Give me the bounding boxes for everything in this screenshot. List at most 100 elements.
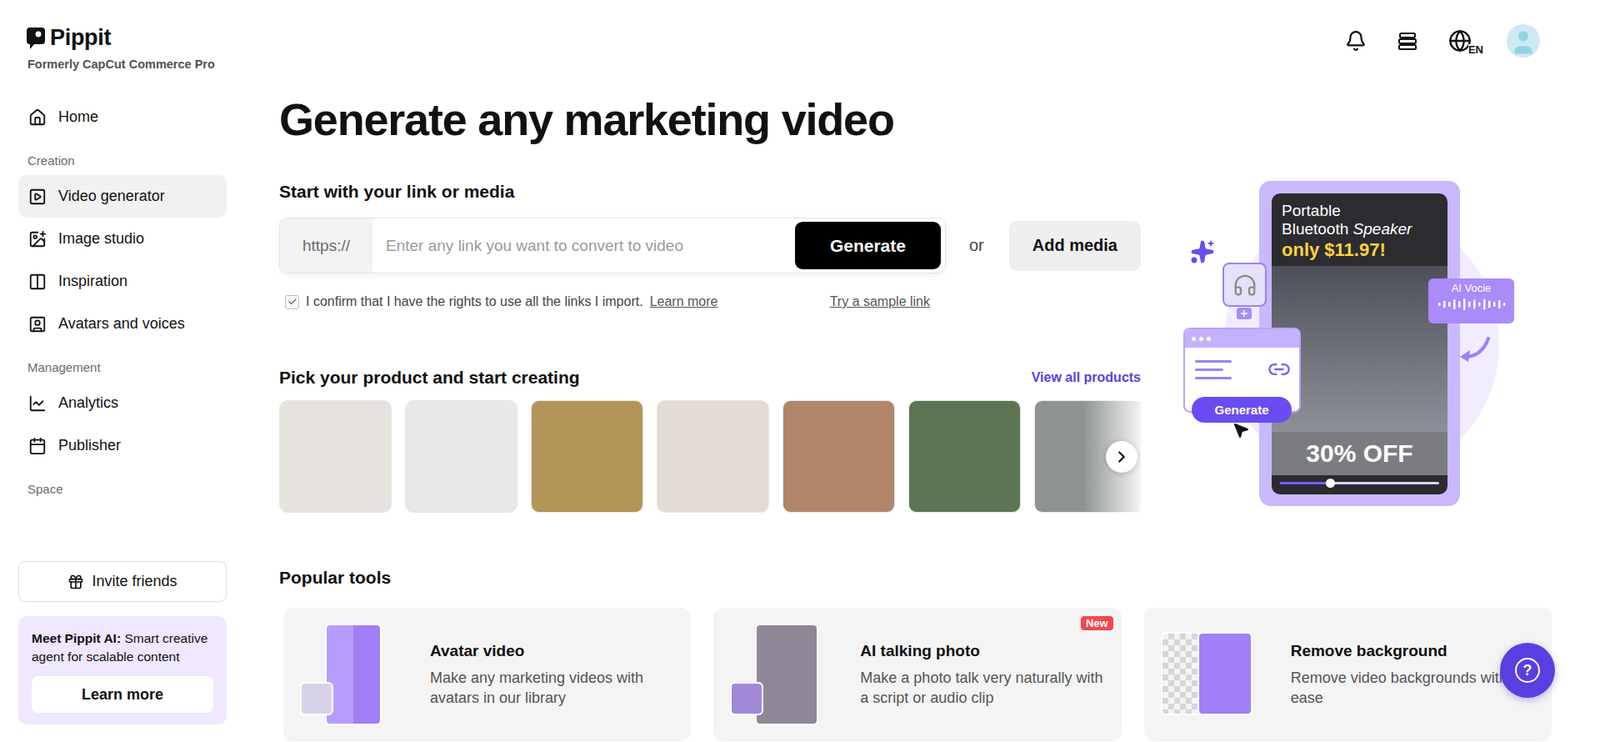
sidebar-section-label: Creation [18, 138, 227, 175]
tool-text: Remove background Remove video background… [1290, 640, 1535, 708]
ai-voice-card: AI Vocie [1428, 278, 1515, 324]
link-card-header [1185, 329, 1300, 348]
sidebar-item[interactable]: Publisher [18, 424, 227, 467]
avatar-video-thumbnail [300, 623, 402, 725]
ad-progress [1280, 481, 1440, 485]
hero-illustration: PortableBluetooth Speakeronly $11.97! 30%… [1183, 180, 1517, 506]
tool-card[interactable]: AI talking photoMake a photo talk very n… [713, 607, 1121, 741]
sidebar-nav: HomeCreationVideo generatorImage studioI… [18, 95, 227, 556]
sidebar-item[interactable]: Analytics [18, 381, 227, 425]
hero-generate-pill: Generate [1191, 396, 1292, 423]
page-title: Generate any marketing video [279, 91, 1552, 148]
brand[interactable]: Pippit [18, 25, 227, 51]
thumb-panel [325, 623, 382, 725]
headphones-icon [1232, 272, 1258, 298]
promo-card: Meet Pippit AI: Smart creative agent for… [18, 615, 227, 725]
sidebar-item-icon [28, 272, 47, 291]
tool-description: Remove video backgrounds with ease [1290, 667, 1535, 708]
next-products-button[interactable] [1105, 440, 1138, 473]
sample-link[interactable]: Try a sample link [830, 293, 930, 310]
sidebar-item-icon [28, 436, 47, 455]
link-icon [1267, 357, 1291, 381]
stack-icon [1396, 30, 1419, 52]
product-tile[interactable] [405, 400, 518, 513]
learn-more-link[interactable]: Learn more [650, 293, 719, 310]
tool-description: Make a photo talk very naturally with a … [860, 667, 1105, 708]
brand-subtitle: Formerly CapCut Commerce Pro [18, 57, 227, 71]
sidebar-section-label: Management [18, 345, 227, 382]
view-all-products-link[interactable]: View all products [1031, 370, 1141, 385]
section-heading: Popular tools [279, 566, 1552, 588]
thumb-photo [755, 623, 819, 725]
product-tile[interactable] [656, 400, 770, 513]
link-box: https:// Generate [279, 217, 946, 274]
section-heading: Start with your link or media [279, 180, 1141, 202]
section-heading: Pick your product and start creating [279, 366, 580, 388]
tool-card[interactable]: Remove background Remove video background… [1144, 607, 1552, 741]
url-prefix: https:// [280, 218, 373, 273]
gift-icon [67, 573, 85, 590]
sidebar-item[interactable]: Image studio [18, 217, 227, 260]
ad-progress-knob [1325, 478, 1335, 488]
link-input[interactable] [372, 236, 795, 255]
language-code: EN [1468, 44, 1484, 56]
thumb-avatar [300, 681, 334, 715]
sidebar-section-label: Space [18, 466, 227, 504]
notifications-button[interactable] [1341, 26, 1370, 55]
cursor-icon [1231, 420, 1250, 443]
sidebar-item[interactable]: Inspiration [18, 260, 227, 303]
user-icon [1508, 27, 1539, 58]
ad-discount: 30% OFF [1271, 431, 1448, 475]
tool-description: Make any marketing videos with avatars i… [430, 667, 675, 708]
ad-copy: PortableBluetooth Speakeronly $11.97! [1271, 193, 1448, 266]
product-tile[interactable] [782, 400, 895, 513]
sidebar-item[interactable]: Avatars and voices [18, 302, 227, 345]
add-media-button[interactable]: Add media [1009, 220, 1141, 271]
page: Pippit Formerly CapCut Commerce Pro HomeCr… [0, 0, 1600, 742]
invite-friends-button[interactable]: Invite friends [18, 560, 227, 602]
tool-text: AI talking photoMake a photo talk very n… [860, 640, 1105, 708]
sidebar-item-icon [28, 187, 47, 206]
products-header: Pick your product and start creating View… [279, 366, 1141, 388]
chevron-right-icon [1112, 447, 1131, 466]
thumb-avatar [730, 681, 764, 715]
plus-icon [1236, 307, 1252, 320]
user-avatar[interactable] [1506, 24, 1540, 58]
new-badge: New [1080, 615, 1114, 630]
remove-background-thumbnail [1160, 623, 1263, 725]
tool-card[interactable]: Avatar video Make any marketing videos wi… [283, 607, 691, 741]
product-tile[interactable] [908, 400, 1021, 513]
product-thumb [1222, 262, 1267, 307]
sidebar-item[interactable]: Home [18, 95, 227, 139]
top-section: Start with your link or media https:// Gen… [279, 180, 1552, 513]
product-strip [279, 400, 1141, 513]
product-tile[interactable] [279, 400, 392, 513]
product-tile[interactable] [530, 400, 644, 513]
home-icon [28, 108, 47, 127]
waveform-icon [1436, 297, 1507, 311]
sidebar: Pippit Formerly CapCut Commerce Pro HomeCr… [0, 0, 245, 742]
projects-button[interactable] [1393, 26, 1422, 55]
help-button[interactable]: ? [1500, 642, 1555, 698]
tools-grid: Avatar video Make any marketing videos wi… [279, 607, 1552, 741]
sidebar-item[interactable]: Video generator [18, 175, 227, 218]
help-glyph: ? [1515, 657, 1540, 683]
main: EN Generate any marketing video Start with… [245, 0, 1600, 742]
create-column: Start with your link or media https:// Gen… [279, 180, 1141, 513]
promo-text: Meet Pippit AI: Smart creative agent for… [31, 629, 214, 666]
sidebar-item-icon [28, 315, 47, 334]
tool-text: Avatar video Make any marketing videos wi… [430, 640, 675, 708]
pippit-logo-icon [26, 27, 45, 50]
sparkles-icon [1190, 239, 1215, 268]
tool-title: Avatar video [430, 640, 675, 661]
arrow-icon [1458, 335, 1492, 365]
tool-title: Remove background [1290, 640, 1535, 661]
ad-price: only $11.97! [1281, 238, 1438, 261]
ad-progress-fill [1280, 481, 1331, 485]
confirm-checkbox[interactable] [285, 295, 300, 310]
learn-more-button[interactable]: Learn more [31, 675, 214, 713]
bell-icon [1345, 30, 1367, 52]
generate-button[interactable]: Generate [795, 221, 941, 270]
sidebar-item-icon [28, 394, 47, 413]
language-button[interactable]: EN [1445, 25, 1484, 56]
